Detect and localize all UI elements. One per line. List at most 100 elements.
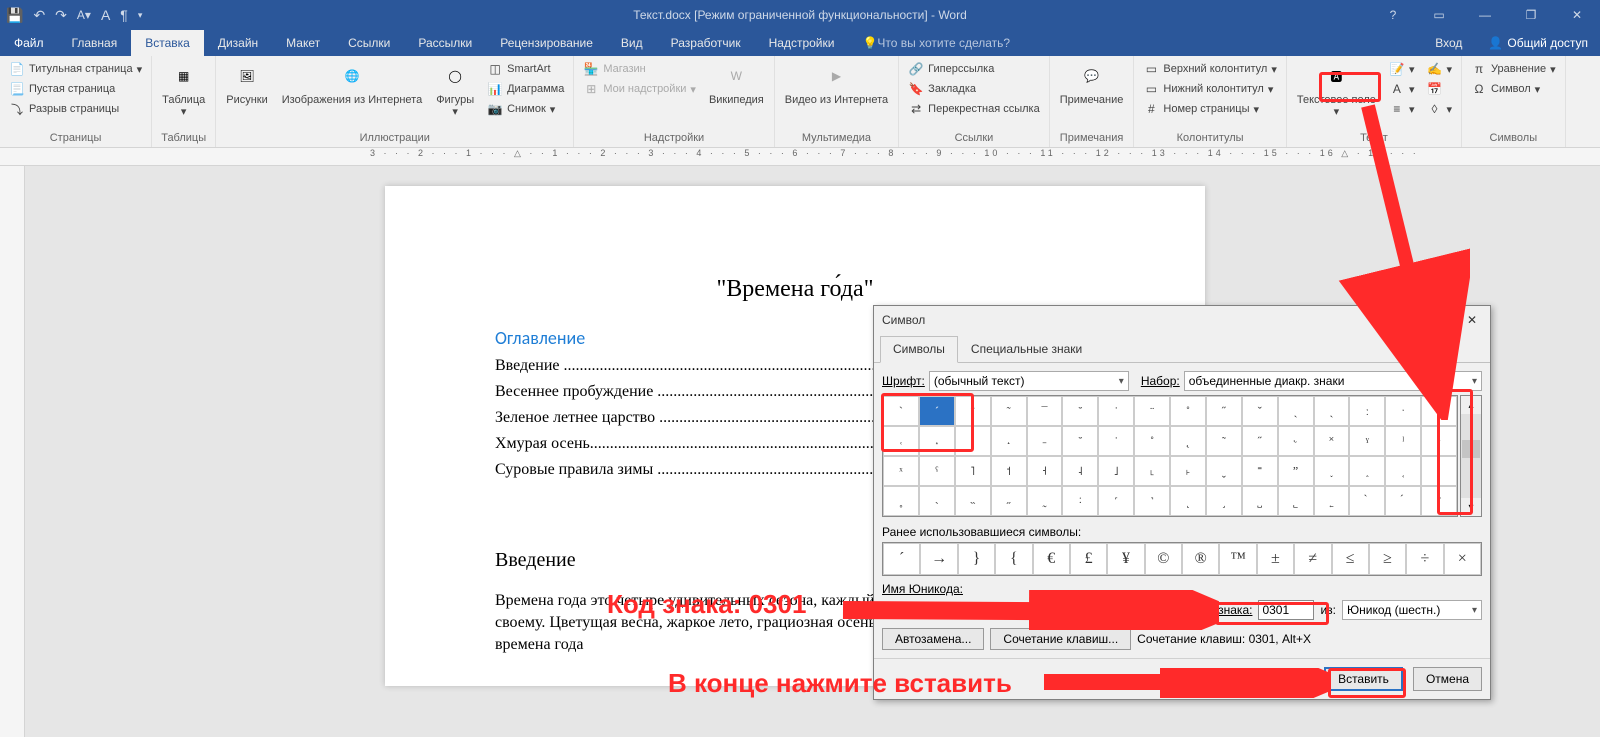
char-cell[interactable]: ˘ — [1062, 396, 1098, 426]
char-cell[interactable]: ˙ — [1098, 426, 1134, 456]
table-button[interactable]: ▦Таблица▾ — [156, 58, 211, 131]
char-cell[interactable]: ˩ — [1098, 456, 1134, 486]
char-cell[interactable]: ˞ — [1278, 426, 1314, 456]
qat-icon[interactable]: A — [101, 7, 110, 23]
blank-page-button[interactable]: 📃Пустая страница — [6, 80, 145, 98]
font-select[interactable]: (обычный текст) — [929, 371, 1129, 391]
tab-references[interactable]: Ссылки — [334, 30, 404, 56]
char-cell[interactable]: ˟ — [1314, 426, 1350, 456]
char-cell[interactable]: ˹ — [1098, 486, 1134, 516]
footer-button[interactable]: ▭Нижний колонтитул ▾ — [1140, 80, 1279, 98]
recent-char-cell[interactable]: ® — [1182, 543, 1219, 575]
char-cell[interactable]: ˜ — [1206, 426, 1242, 456]
char-cell[interactable]: ˓ — [883, 426, 919, 456]
tab-design[interactable]: Дизайн — [204, 30, 272, 56]
text-btn-5[interactable]: 📅 — [1423, 80, 1455, 98]
char-cell[interactable]: ˕ — [955, 426, 991, 456]
char-cell[interactable]: ˲ — [1421, 456, 1457, 486]
text-btn-6[interactable]: ◊▾ — [1423, 100, 1455, 118]
cancel-button[interactable]: Отмена — [1413, 667, 1482, 691]
char-cell[interactable]: ˣ — [883, 456, 919, 486]
subset-select[interactable]: объединенные диакр. знаки — [1184, 371, 1482, 391]
online-pictures-button[interactable]: 🌐Изображения из Интернета — [276, 58, 428, 131]
char-cell[interactable]: ¨ — [1134, 396, 1170, 426]
char-cell[interactable]: ˼ — [1206, 486, 1242, 516]
cover-page-button[interactable]: 📄Титульная страница ▾ — [6, 60, 145, 78]
char-cell[interactable]: ˑ — [1385, 396, 1421, 426]
char-cell[interactable]: ˔ — [919, 426, 955, 456]
char-cell[interactable]: ˿ — [1314, 486, 1350, 516]
dialog-tab-special[interactable]: Специальные знаки — [958, 336, 1095, 362]
insert-button[interactable]: Вставить — [1324, 667, 1403, 691]
char-cell[interactable]: ˪ — [1134, 456, 1170, 486]
font-color-icon[interactable]: A▾ — [77, 8, 91, 22]
minimize-button[interactable]: — — [1462, 0, 1508, 30]
recent-char-cell[interactable]: ¥ — [1107, 543, 1144, 575]
store-button[interactable]: 🏪Магазин — [580, 60, 699, 78]
text-btn-4[interactable]: ✍▾ — [1423, 60, 1455, 78]
scroll-up-icon[interactable]: ▴ — [1461, 396, 1481, 414]
char-code-input[interactable] — [1258, 600, 1314, 620]
tell-me[interactable]: 💡 Что вы хотите сделать? — [848, 30, 1024, 56]
header-button[interactable]: ▭Верхний колонтитул ▾ — [1140, 60, 1279, 78]
char-cell[interactable]: ˡ — [1385, 426, 1421, 456]
char-cell[interactable]: ˚ — [1170, 396, 1206, 426]
recent-grid[interactable]: ˊ→}{€£¥©®™±≠≤≥÷× — [882, 542, 1482, 576]
char-cell[interactable]: ˾ — [1278, 486, 1314, 516]
save-icon[interactable]: 💾 — [6, 7, 23, 24]
recent-char-cell[interactable]: ≤ — [1332, 543, 1369, 575]
char-cell[interactable]: ˬ — [1206, 456, 1242, 486]
equation-button[interactable]: πУравнение ▾ — [1468, 60, 1559, 78]
char-cell[interactable]: ˙ — [1098, 396, 1134, 426]
grid-scrollbar[interactable]: ▴ ▾ — [1460, 395, 1482, 517]
text-btn-3[interactable]: ≡▾ — [1386, 100, 1418, 118]
recent-char-cell[interactable]: → — [920, 543, 957, 575]
dialog-help-button[interactable]: ? — [1442, 313, 1462, 327]
from-select[interactable]: Юникод (шестн.) — [1342, 600, 1482, 620]
char-cell[interactable]: ˰ — [1349, 456, 1385, 486]
char-cell[interactable]: ˏ — [1314, 396, 1350, 426]
char-cell[interactable]: ˤ — [919, 456, 955, 486]
char-cell[interactable]: ˋ — [883, 396, 919, 426]
char-cell[interactable]: ˢ — [1421, 426, 1457, 456]
char-cell[interactable]: ˆ — [955, 396, 991, 426]
chart-button[interactable]: 📊Диаграмма — [484, 80, 567, 98]
recent-char-cell[interactable]: { — [995, 543, 1032, 575]
char-cell[interactable]: ˨ — [1062, 456, 1098, 486]
char-cell[interactable]: ˝ — [1242, 426, 1278, 456]
scroll-down-icon[interactable]: ▾ — [1461, 498, 1481, 516]
char-cell[interactable]: ˯ — [1314, 456, 1350, 486]
recent-char-cell[interactable]: } — [958, 543, 995, 575]
char-cell[interactable]: ˒ — [1421, 396, 1457, 426]
char-cell[interactable]: ˎ — [1278, 396, 1314, 426]
text-btn-1[interactable]: 📝▾ — [1386, 60, 1418, 78]
help-button[interactable]: ? — [1370, 0, 1416, 30]
share-button[interactable]: 👤 Общий доступ — [1476, 30, 1600, 56]
recent-char-cell[interactable]: £ — [1070, 543, 1107, 575]
char-cell[interactable]: ˻ — [1170, 486, 1206, 516]
login-link[interactable]: Вход — [1421, 30, 1476, 56]
char-cell[interactable]: ˶ — [991, 486, 1027, 516]
vertical-ruler[interactable] — [0, 166, 25, 737]
recent-char-cell[interactable]: ÷ — [1406, 543, 1443, 575]
recent-char-cell[interactable]: × — [1444, 543, 1481, 575]
page-number-button[interactable]: #Номер страницы ▾ — [1140, 100, 1279, 118]
char-cell[interactable]: ˫ — [1170, 456, 1206, 486]
char-cell[interactable]: ˧ — [1027, 456, 1063, 486]
recent-char-cell[interactable]: ≥ — [1369, 543, 1406, 575]
bookmark-button[interactable]: 🔖Закладка — [905, 80, 1043, 98]
char-cell[interactable]: ː — [1349, 396, 1385, 426]
shapes-button[interactable]: ◯Фигуры▾ — [430, 58, 480, 131]
screenshot-button[interactable]: 📷Снимок ▾ — [484, 100, 567, 118]
char-cell[interactable]: ˛ — [1170, 426, 1206, 456]
redo-icon[interactable]: ↷ — [55, 7, 67, 24]
hyperlink-button[interactable]: 🔗Гиперссылка — [905, 60, 1043, 78]
char-cell[interactable]: ˘ — [1062, 426, 1098, 456]
comment-button[interactable]: 💬Примечание — [1054, 58, 1130, 131]
shortcut-key-button[interactable]: Сочетание клавиш... — [990, 628, 1131, 650]
undo-icon[interactable]: ↶ — [33, 7, 45, 24]
recent-char-cell[interactable]: ± — [1257, 543, 1294, 575]
char-cell[interactable]: ˚ — [1134, 426, 1170, 456]
cross-ref-button[interactable]: ⇄Перекрестная ссылка — [905, 100, 1043, 118]
close-button[interactable]: ✕ — [1554, 0, 1600, 30]
